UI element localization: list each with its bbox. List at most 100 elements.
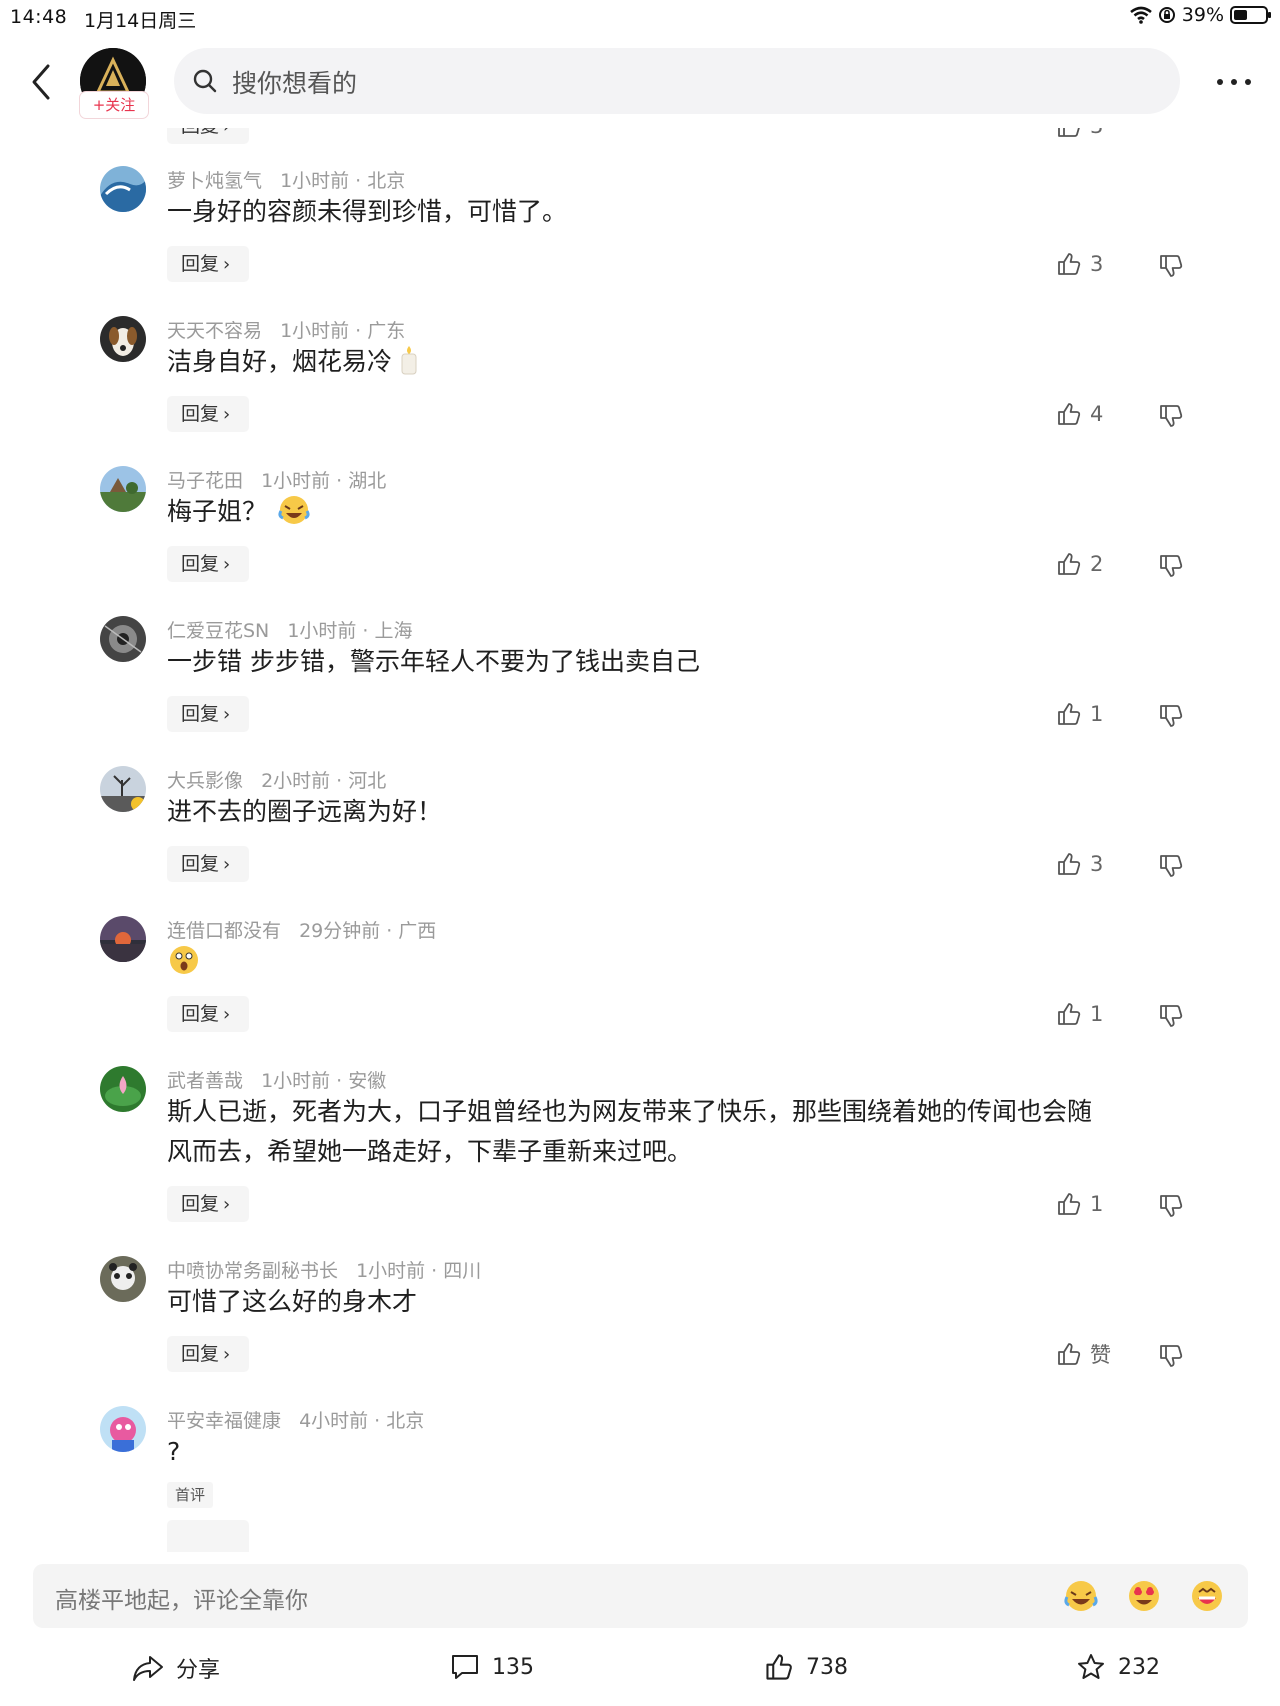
like-article-button[interactable]: 738	[764, 1652, 848, 1682]
comment-location: 湖北	[348, 470, 387, 492]
battery-icon	[1230, 6, 1271, 24]
username[interactable]: 天天不容易	[167, 320, 262, 342]
favorite-button[interactable]: 232	[1076, 1652, 1160, 1682]
comment-icon	[452, 1655, 478, 1679]
thumbs-up-icon	[1058, 853, 1081, 875]
comment-input-placeholder: 高楼平地起，评论全靠你	[55, 1588, 308, 1614]
thumbs-down-icon[interactable]	[1158, 546, 1186, 582]
reply-button[interactable]: 回复›	[167, 128, 249, 144]
comment-location: 四川	[443, 1260, 482, 1282]
comment-time: 1小时前	[356, 1260, 426, 1282]
like-button[interactable]: 3	[1056, 246, 1103, 282]
comment-meta: 仁爱豆花SN 1小时前 · 上海	[167, 620, 413, 642]
comment-time: 2小时前	[261, 770, 331, 792]
share-icon	[133, 1656, 163, 1681]
reply-button[interactable]: 回复›	[167, 396, 249, 432]
reply-button[interactable]: 回复›	[167, 846, 249, 882]
username[interactable]: 中喷协常务副秘书长	[167, 1260, 338, 1282]
like-button[interactable]: 2	[1056, 546, 1103, 582]
thumbs-down-icon[interactable]	[1158, 246, 1186, 282]
follow-button[interactable]: +关注	[80, 92, 148, 118]
avatar[interactable]	[100, 1066, 146, 1112]
surprised-emoji-icon	[170, 946, 198, 974]
like-count: 3	[1090, 252, 1104, 276]
share-button[interactable]: 分享	[132, 1652, 220, 1684]
comment-time: 1小时前	[261, 470, 331, 492]
laughing-crying-emoji-icon	[278, 496, 310, 524]
avatar[interactable]	[100, 916, 146, 962]
comments-button[interactable]: 135	[450, 1652, 534, 1682]
first-comment-badge: 首评	[167, 1482, 213, 1508]
thumbs-down-icon[interactable]	[1158, 1336, 1186, 1372]
avatar[interactable]	[100, 316, 146, 362]
like-button[interactable]: 3	[1056, 846, 1103, 882]
like-button[interactable]: 1	[1056, 696, 1103, 732]
comment-meta: 天天不容易 1小时前 · 广东	[167, 320, 406, 342]
comment-location: 河北	[348, 770, 387, 792]
thumbs-up-icon	[1058, 1003, 1081, 1025]
thumbs-down-icon[interactable]	[1158, 396, 1186, 432]
thumbs-down-icon[interactable]	[1158, 696, 1186, 732]
wifi-icon	[1129, 6, 1152, 24]
top-nav: +关注 搜你想看的	[0, 40, 1280, 126]
comment-time: 1小时前	[280, 170, 350, 192]
username[interactable]: 平安幸福健康	[167, 1410, 281, 1432]
heart-eyes-emoji-icon[interactable]	[1126, 1578, 1162, 1614]
like-button[interactable]: 3	[1056, 128, 1103, 144]
username[interactable]: 大兵影像	[167, 770, 243, 792]
thumbs-up-icon	[1058, 1193, 1081, 1215]
like-button[interactable]: 1	[1056, 1186, 1103, 1222]
avatar[interactable]	[100, 1256, 146, 1302]
thumbs-down-icon[interactable]	[1158, 996, 1186, 1032]
thumbs-up-icon	[1058, 128, 1080, 137]
share-label: 分享	[176, 1658, 221, 1683]
comment-meta: 萝卜炖氢气 1小时前 · 北京	[167, 170, 406, 192]
reply-button[interactable]: 回复›	[167, 996, 249, 1032]
reply-button[interactable]: 回复›	[167, 696, 249, 732]
thumbs-down-icon[interactable]	[1158, 1186, 1186, 1222]
like-button[interactable]: 4	[1056, 396, 1103, 432]
candle-emoji-icon	[401, 346, 417, 375]
comment-text: 斯人已逝，死者为大，口子姐曾经也为网友带来了快乐，那些围绕着她的传闻也会随 风而去…	[167, 1097, 1093, 1166]
likes-count: 738	[806, 1654, 848, 1680]
comment-location: 北京	[386, 1410, 425, 1432]
thumbs-down-icon[interactable]	[1158, 846, 1186, 882]
like-count: 1	[1090, 1192, 1104, 1216]
date: 1月14日周三	[84, 10, 197, 32]
back-icon[interactable]	[24, 60, 60, 104]
grinning-emoji-icon[interactable]	[1189, 1578, 1225, 1614]
reply-button[interactable]	[167, 1520, 249, 1552]
username[interactable]: 连借口都没有	[167, 920, 281, 942]
avatar[interactable]	[100, 766, 146, 812]
like-count: 3	[1090, 128, 1103, 138]
username[interactable]: 仁爱豆花SN	[167, 620, 269, 642]
reply-button[interactable]: 回复›	[167, 1336, 249, 1372]
bottom-action-bar: 分享 135 738 232	[0, 1640, 1280, 1706]
avatar[interactable]	[100, 1406, 146, 1452]
comment-time: 1小时前	[261, 1070, 331, 1092]
username[interactable]: 马子花田	[167, 470, 243, 492]
comment-list: 回复› 3 萝卜炖氢气 1小时前·北京 一身好的容颜未得到珍惜，可惜了。 回复›…	[0, 128, 1280, 1552]
reply-button[interactable]: 回复›	[167, 546, 249, 582]
comment-location: 广西	[398, 920, 437, 942]
avatar[interactable]	[100, 616, 146, 662]
comment-time: 1小时前	[280, 320, 350, 342]
reply-button[interactable]: 回复›	[167, 246, 249, 282]
comment-input[interactable]: 高楼平地起，评论全靠你	[33, 1564, 1248, 1628]
thumbs-up-icon	[1058, 703, 1081, 725]
like-button[interactable]: 赞	[1056, 1336, 1111, 1372]
username[interactable]: 萝卜炖氢气	[167, 170, 262, 192]
laughing-crying-emoji-icon[interactable]	[1063, 1578, 1099, 1614]
more-icon[interactable]	[1214, 70, 1254, 94]
comment-meta: 中喷协常务副秘书长 1小时前 · 四川	[167, 1260, 482, 1282]
like-count: 4	[1090, 402, 1104, 426]
comment-meta: 武者善哉 1小时前 · 安徽	[167, 1070, 387, 1092]
like-button[interactable]: 1	[1056, 996, 1103, 1032]
avatar[interactable]	[100, 166, 146, 212]
search-input[interactable]: 搜你想看的	[174, 48, 1180, 114]
reply-button[interactable]: 回复›	[167, 1186, 249, 1222]
avatar[interactable]	[100, 466, 146, 512]
comment-text: 可惜了这么好的身木才	[167, 1287, 418, 1316]
username[interactable]: 武者善哉	[167, 1070, 243, 1092]
comment-text	[167, 942, 1187, 982]
